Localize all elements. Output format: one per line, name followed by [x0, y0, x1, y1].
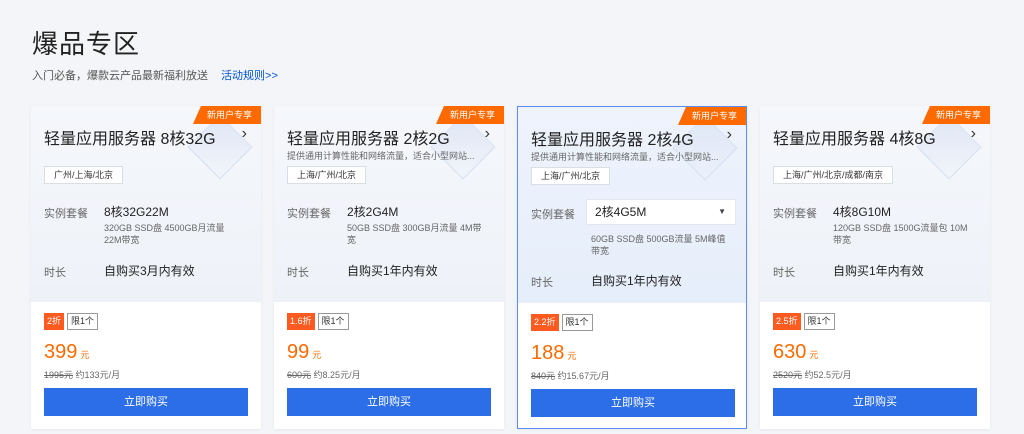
duration-value: 自购买3月内有效	[104, 264, 195, 278]
duration-value: 自购买1年内有效	[833, 264, 924, 278]
new-user-ribbon: 新用户专享	[921, 106, 990, 124]
duration-value: 自购买1年内有效	[591, 274, 682, 288]
card-description: 提供通用计算性能和网络流量，适合小型网站...	[287, 151, 475, 161]
section-subtitle: 入门必备，爆款云产品最新福利放送 活动规则>>	[32, 67, 278, 83]
spec-value: 8核32G22M	[104, 205, 169, 219]
buy-now-button[interactable]: 立即购买	[773, 388, 977, 416]
badges: 2.5折 限1个	[773, 313, 835, 331]
spec-detail: 60GB SSD盘 500GB流量 5M峰值带宽	[591, 234, 726, 256]
price: 188 元	[531, 342, 576, 365]
duration-label: 时长	[44, 267, 66, 279]
limit-badge: 限1个	[561, 314, 593, 331]
discount-badge: 2折	[44, 313, 65, 330]
buy-now-button[interactable]: 立即购买	[44, 388, 248, 416]
new-user-ribbon: 新用户专享	[192, 106, 261, 124]
original-price: 840元	[531, 371, 556, 381]
card-title[interactable]: 轻量应用服务器 8核32G	[44, 125, 216, 149]
original-price: 1995元	[44, 370, 74, 380]
spec-detail: 120GB SSD盘 1500G流量包 10M带宽	[833, 223, 968, 245]
limit-badge: 限1个	[317, 313, 349, 330]
price-unit: 元	[80, 350, 90, 360]
discount-badge: 1.6折	[287, 313, 315, 330]
spec-detail: 320GB SSD盘 4500GB月流量 22M带宽	[104, 223, 225, 245]
badges: 2.2折 限1个	[531, 314, 593, 332]
price-amount: 399	[44, 341, 78, 363]
spec-value: 2核2G4M	[347, 205, 399, 219]
region-tag: 上海/广州/北京	[287, 166, 367, 184]
spec-value: 4核8G10M	[833, 205, 892, 219]
discount-badge: 2.5折	[773, 313, 801, 330]
original-price-row: 2520元 约52.5元/月	[773, 368, 852, 381]
spec-detail: 50GB SSD盘 300GB月流量 4M带宽	[347, 223, 482, 245]
discount-badge: 2.2折	[531, 314, 559, 331]
card-title[interactable]: 轻量应用服务器 2核4G	[531, 126, 694, 150]
region-tag: 广州/上海/北京	[44, 166, 124, 184]
rules-link[interactable]: 活动规则>>	[221, 70, 278, 82]
card-title[interactable]: 轻量应用服务器 2核2G	[287, 125, 450, 149]
original-price-row: 840元 约15.67元/月	[531, 369, 610, 382]
subtitle-text: 入门必备，爆款云产品最新福利放送	[32, 70, 208, 82]
caret-down-icon: ▼	[718, 207, 726, 216]
original-price-row: 600元 约8.25元/月	[287, 368, 361, 381]
buy-now-button[interactable]: 立即购买	[531, 389, 735, 417]
original-price-row: 1995元 约133元/月	[44, 368, 120, 381]
spec-select[interactable]: 2核4G5M ▼	[586, 199, 736, 225]
section-title: 爆品专区	[32, 29, 141, 59]
chevron-right-icon[interactable]: ›	[727, 126, 732, 144]
product-card: 新用户专享 轻量应用服务器 2核4G › 提供通用计算性能和网络流量，适合小型网…	[517, 106, 747, 429]
price-amount: 188	[531, 342, 565, 364]
product-card: 新用户专享 轻量应用服务器 2核2G › 提供通用计算性能和网络流量，适合小型网…	[274, 106, 504, 429]
badges: 2折 限1个	[44, 313, 99, 331]
price-amount: 99	[287, 341, 310, 363]
region-tag: 上海/广州/北京	[531, 167, 611, 185]
spec-label: 实例套餐	[287, 208, 331, 220]
duration-label: 时长	[773, 267, 795, 279]
original-price: 600元	[287, 370, 312, 380]
limit-badge: 限1个	[803, 313, 835, 330]
product-card: 新用户专享 轻量应用服务器 4核8G › 上海/广州/北京/成都/南京 实例套餐…	[760, 106, 990, 429]
price: 630 元	[773, 341, 818, 364]
spec-label: 实例套餐	[44, 208, 88, 220]
chevron-right-icon[interactable]: ›	[971, 125, 976, 143]
original-price: 2520元	[773, 370, 803, 380]
buy-now-button[interactable]: 立即购买	[287, 388, 491, 416]
limit-badge: 限1个	[67, 313, 99, 330]
price: 99 元	[287, 341, 321, 364]
spec-label: 实例套餐	[531, 209, 575, 221]
duration-label: 时长	[287, 267, 309, 279]
spec-label: 实例套餐	[773, 208, 817, 220]
duration-value: 自购买1年内有效	[347, 264, 438, 278]
chevron-right-icon[interactable]: ›	[242, 125, 247, 143]
spec-select-value: 2核4G5M	[595, 205, 647, 219]
monthly-price: 约15.67元/月	[557, 371, 610, 381]
card-title[interactable]: 轻量应用服务器 4核8G	[773, 125, 936, 149]
monthly-price: 约8.25元/月	[313, 370, 361, 380]
new-user-ribbon: 新用户专享	[435, 106, 504, 124]
monthly-price: 约52.5元/月	[804, 370, 852, 380]
price-unit: 元	[567, 351, 577, 361]
monthly-price: 约133元/月	[75, 370, 121, 380]
badges: 1.6折 限1个	[287, 313, 349, 331]
price: 399 元	[44, 341, 89, 364]
chevron-right-icon[interactable]: ›	[485, 125, 490, 143]
duration-label: 时长	[531, 277, 553, 289]
card-description: 提供通用计算性能和网络流量，适合小型网站...	[531, 152, 719, 162]
price-unit: 元	[312, 350, 322, 360]
price-amount: 630	[773, 341, 807, 363]
region-tag: 上海/广州/北京/成都/南京	[773, 166, 894, 184]
price-unit: 元	[809, 350, 819, 360]
new-user-ribbon: 新用户专享	[677, 107, 746, 125]
product-card: 新用户专享 轻量应用服务器 8核32G › 广州/上海/北京 实例套餐 8核32…	[31, 106, 261, 429]
